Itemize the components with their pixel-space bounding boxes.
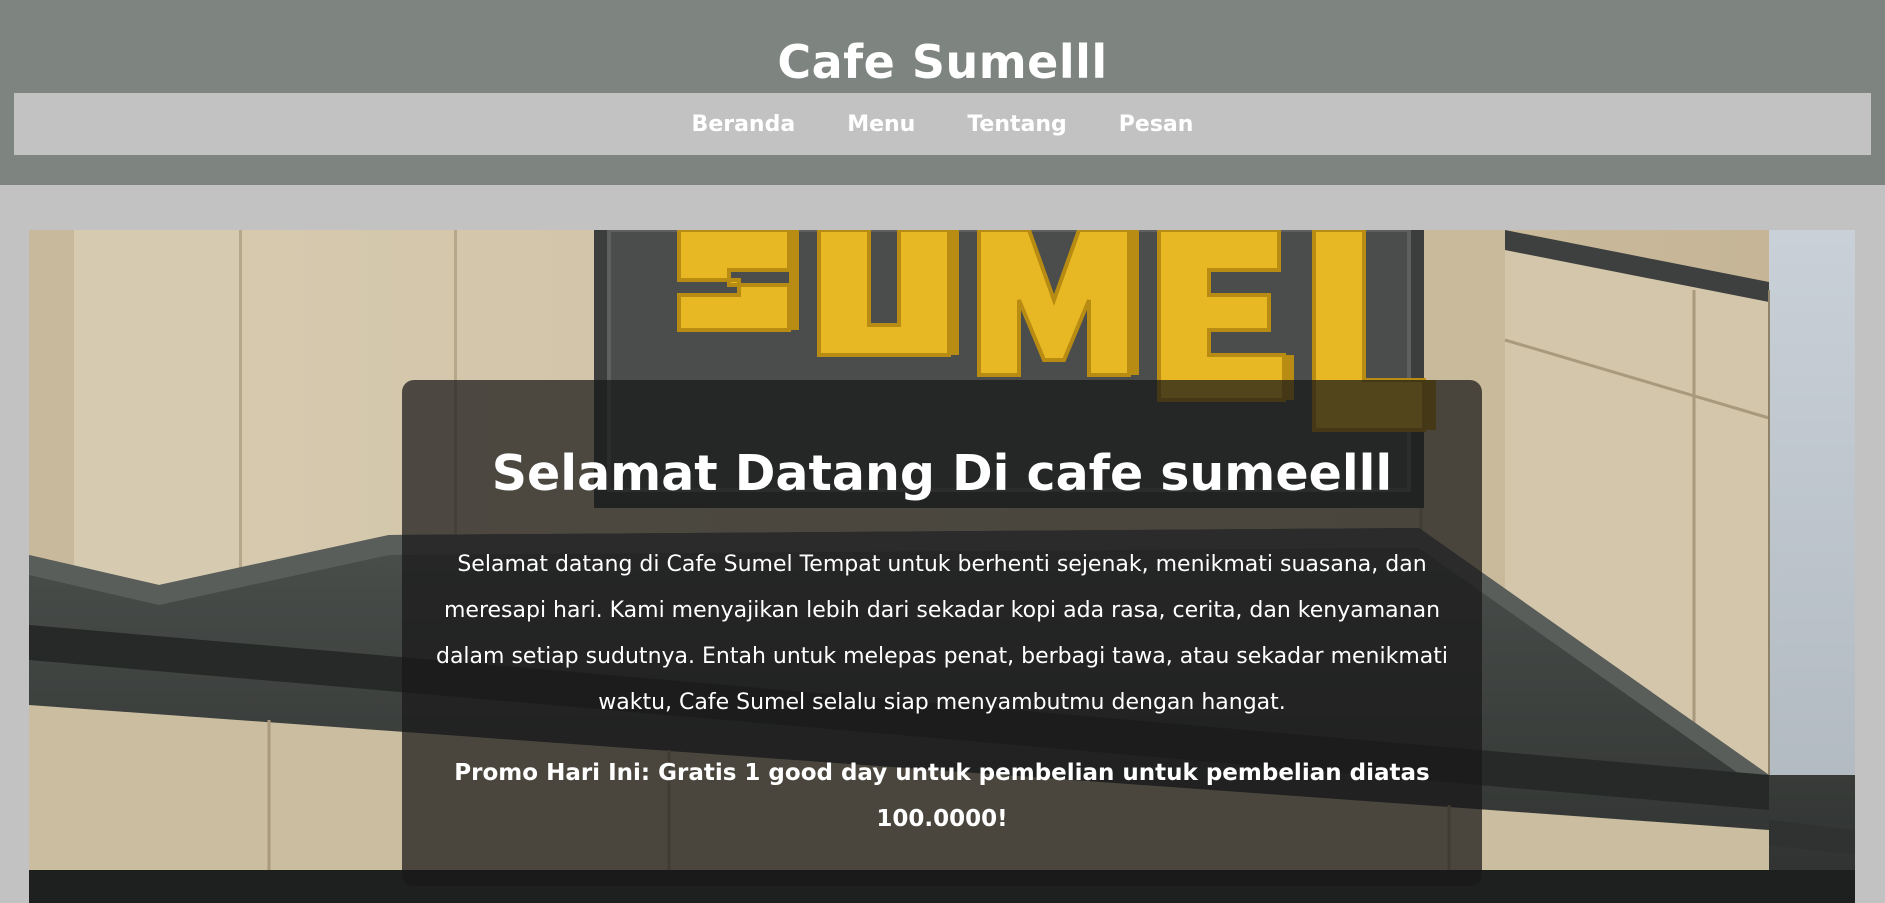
welcome-card: Selamat Datang Di cafe sumeelll Selamat … bbox=[402, 380, 1482, 886]
welcome-title: Selamat Datang Di cafe sumeelll bbox=[491, 445, 1393, 502]
site-title: Cafe Sumelll bbox=[777, 35, 1108, 89]
nav-link-menu[interactable]: Menu bbox=[847, 112, 915, 137]
welcome-description: Selamat datang di Cafe Sumel Tempat untu… bbox=[435, 552, 1449, 715]
hero-section: Selamat Datang Di cafe sumeelll Selamat … bbox=[29, 230, 1855, 903]
site-header: Cafe Sumelll Beranda Menu Tentang Pesan bbox=[0, 0, 1885, 185]
nav-link-tentang[interactable]: Tentang bbox=[967, 112, 1066, 137]
nav-link-pesan[interactable]: Pesan bbox=[1119, 112, 1194, 137]
promo-text: Promo Hari Ini: Gratis 1 good day untuk … bbox=[454, 760, 1430, 832]
nav-link-beranda[interactable]: Beranda bbox=[692, 112, 796, 137]
main-nav: Beranda Menu Tentang Pesan bbox=[14, 93, 1871, 155]
